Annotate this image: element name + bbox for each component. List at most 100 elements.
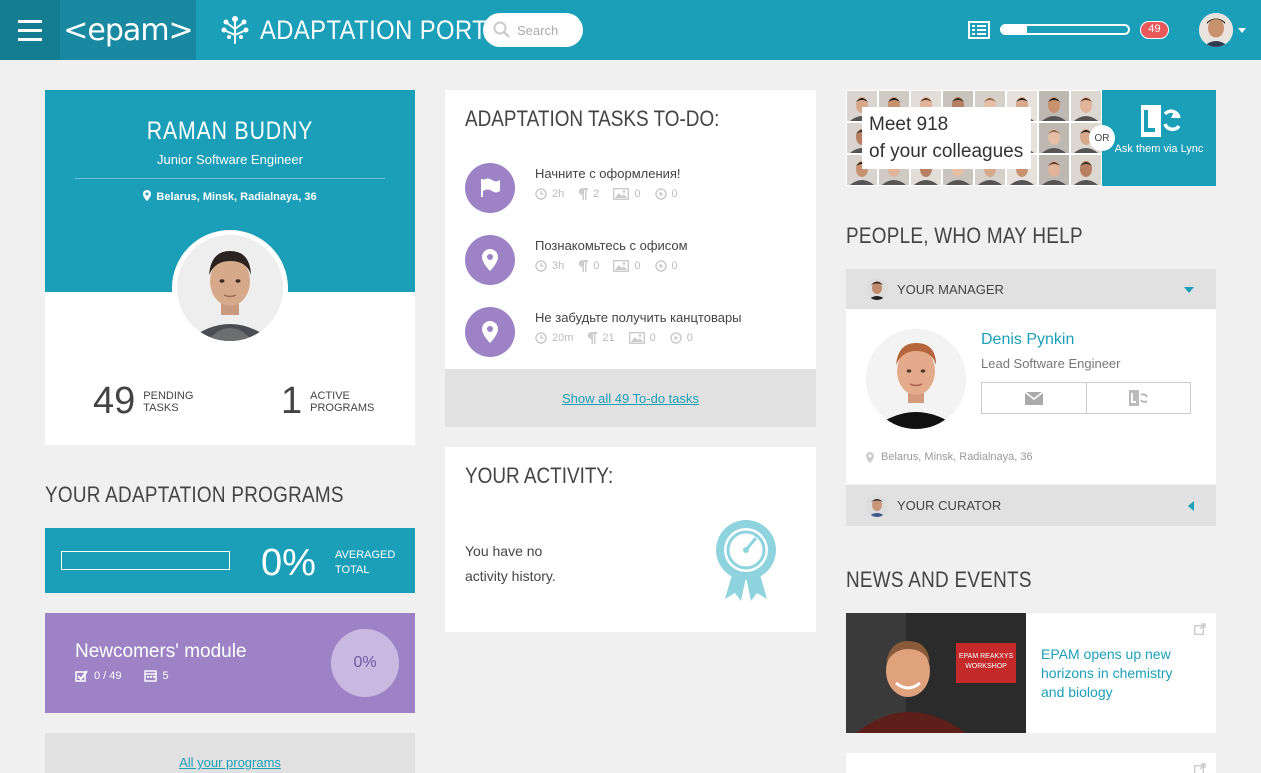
colleague-face <box>1038 154 1070 186</box>
pending-count: 49 <box>93 380 136 422</box>
logo-text: <epam> <box>63 12 193 48</box>
news-item[interactable]: EPAM REAKXYS WORKSHOP EPAM opens up new … <box>846 613 1216 733</box>
manager-mini-avatar <box>866 278 888 300</box>
epam-logo[interactable]: <epam> <box>60 0 196 60</box>
chevron-down-icon[interactable] <box>1238 28 1246 33</box>
map-pin-icon <box>866 451 874 463</box>
pending-tasks-stat[interactable]: 49 PENDING TASKS <box>93 380 193 423</box>
email-button[interactable] <box>982 383 1086 413</box>
map-pin-icon <box>143 190 152 201</box>
news-title[interactable]: EPAM opens up new horizons in chemistry … <box>1041 645 1191 702</box>
news-section-title: NEWS AND EVENTS <box>846 567 1032 592</box>
task-paragraphs: 21 <box>602 332 615 344</box>
averaged-percent: 0% <box>261 542 316 584</box>
manager-role: Lead Software Engineer <box>981 356 1121 371</box>
task-item[interactable]: Не забудьте получить канцтовары 20m 21 0… <box>465 307 795 357</box>
active-programs-stat[interactable]: 1 ACTIVE PROGRAMS <box>281 380 374 423</box>
profile-card: RAMAN BUDNY Junior Software Engineer Bel… <box>45 90 415 445</box>
image-icon <box>613 188 630 200</box>
external-link-icon[interactable] <box>1194 763 1206 773</box>
all-programs-link[interactable]: All your programs <box>179 755 281 770</box>
task-meta: 20m 21 0 0 <box>535 332 707 344</box>
or-badge: OR <box>1089 125 1115 151</box>
manager-card: Denis Pynkin Lead Software Engineer Bela… <box>846 309 1216 484</box>
envelope-icon <box>1024 391 1043 405</box>
task-paragraphs: 2 <box>593 188 600 200</box>
pending-label: PENDING <box>143 389 194 402</box>
manager-name[interactable]: Denis Pynkin <box>981 331 1074 349</box>
manager-accordion-header[interactable]: YOUR MANAGER <box>846 269 1216 309</box>
task-time: 20m <box>552 332 574 344</box>
profile-avatar[interactable] <box>172 230 288 346</box>
search-box[interactable] <box>483 13 583 47</box>
flag-icon <box>465 163 515 213</box>
search-icon <box>493 21 510 38</box>
active-count: 1 <box>281 380 303 422</box>
task-meta: 3h 0 0 0 <box>535 260 692 272</box>
task-list-icon[interactable] <box>968 21 990 39</box>
active-label-2: PROGRAMS <box>310 401 375 414</box>
lync-icon <box>1141 105 1181 137</box>
video-play-icon <box>670 332 682 344</box>
paragraph-icon <box>578 188 589 200</box>
map-pin-icon <box>465 307 515 357</box>
menu-icon[interactable] <box>0 0 60 60</box>
people-section-title: PEOPLE, WHO MAY HELP <box>846 223 1083 248</box>
averaged-label-1: AVERAGED <box>335 549 396 561</box>
news-item[interactable] <box>846 753 1216 773</box>
task-title: Познакомьтесь с офисом <box>535 238 688 253</box>
svg-text:WORKSHOP: WORKSHOP <box>965 663 1007 670</box>
news-image[interactable]: EPAM REAKXYS WORKSHOP <box>846 613 1026 733</box>
chevron-down-icon <box>1184 287 1194 293</box>
task-item[interactable]: Познакомьтесь с офисом 3h 0 0 0 <box>465 235 795 285</box>
activity-card: YOUR ACTIVITY: You have no activity hist… <box>445 447 816 632</box>
meet-line-2: of your colleagues <box>869 141 1024 162</box>
averaged-label-2: TOTAL <box>335 564 370 576</box>
meet-colleagues-text: Meet 918 of your colleagues <box>862 107 1032 169</box>
task-item[interactable]: Начните с оформления! 2h 2 0 0 <box>465 163 795 213</box>
clock-icon <box>535 188 547 200</box>
task-videos: 0 <box>671 260 678 272</box>
portal-title: ADAPTATION PORTAL <box>260 14 516 45</box>
averaged-total-card: 0% AVERAGED TOTAL <box>45 528 415 593</box>
pending-label-2: TASKS <box>143 401 179 414</box>
averaged-progress-bar <box>61 551 230 570</box>
video-play-icon <box>654 188 667 200</box>
colleagues-banner[interactable]: Meet 918 of your colleagues OR Ask them v… <box>846 90 1216 186</box>
all-programs-panel: All your programs <box>45 733 415 773</box>
image-icon <box>613 260 630 272</box>
progress-fill <box>1002 26 1028 33</box>
active-label: ACTIVE <box>310 389 350 402</box>
colleague-face <box>1070 154 1102 186</box>
colleague-face <box>1038 122 1070 154</box>
user-avatar[interactable] <box>1199 13 1233 47</box>
program-days: 5 <box>162 669 169 682</box>
manager-photo[interactable] <box>866 329 966 429</box>
tasks-footer: Show all 49 To-do tasks <box>445 369 816 427</box>
activity-empty-text: You have no activity history. <box>465 543 556 584</box>
task-images: 0 <box>634 260 641 272</box>
svg-text:EPAM REAKXYS: EPAM REAKXYS <box>959 653 1014 660</box>
task-title: Не забудьте получить канцтовары <box>535 310 742 325</box>
curator-accordion-header[interactable]: YOUR CURATOR <box>846 485 1216 526</box>
lync-button[interactable]: Ask them via Lync <box>1102 90 1216 186</box>
paragraph-icon <box>588 332 598 344</box>
top-bar: <epam> ADAPTATION PORTAL 49 <box>0 0 1261 60</box>
notification-badge[interactable]: 49 <box>1140 21 1169 39</box>
profile-role: Junior Software Engineer <box>157 152 303 167</box>
program-card[interactable]: Newcomers' module 0 / 49 5 0% <box>45 613 415 713</box>
clock-icon <box>535 332 547 344</box>
external-link-icon[interactable] <box>1194 623 1206 635</box>
show-all-tasks-link[interactable]: Show all 49 To-do tasks <box>562 391 699 406</box>
activity-title: YOUR ACTIVITY: <box>465 463 614 488</box>
programs-section-title: YOUR ADAPTATION PROGRAMS <box>45 482 344 507</box>
colleague-face <box>1038 90 1070 122</box>
lync-chat-button[interactable] <box>1085 383 1191 413</box>
task-meta: 2h 2 0 0 <box>535 188 692 200</box>
map-pin-icon <box>465 235 515 285</box>
task-time: 3h <box>552 260 565 272</box>
calendar-icon <box>143 670 157 682</box>
search-input[interactable] <box>517 22 581 38</box>
task-videos: 0 <box>671 188 678 200</box>
manager-contact-buttons <box>981 382 1191 414</box>
